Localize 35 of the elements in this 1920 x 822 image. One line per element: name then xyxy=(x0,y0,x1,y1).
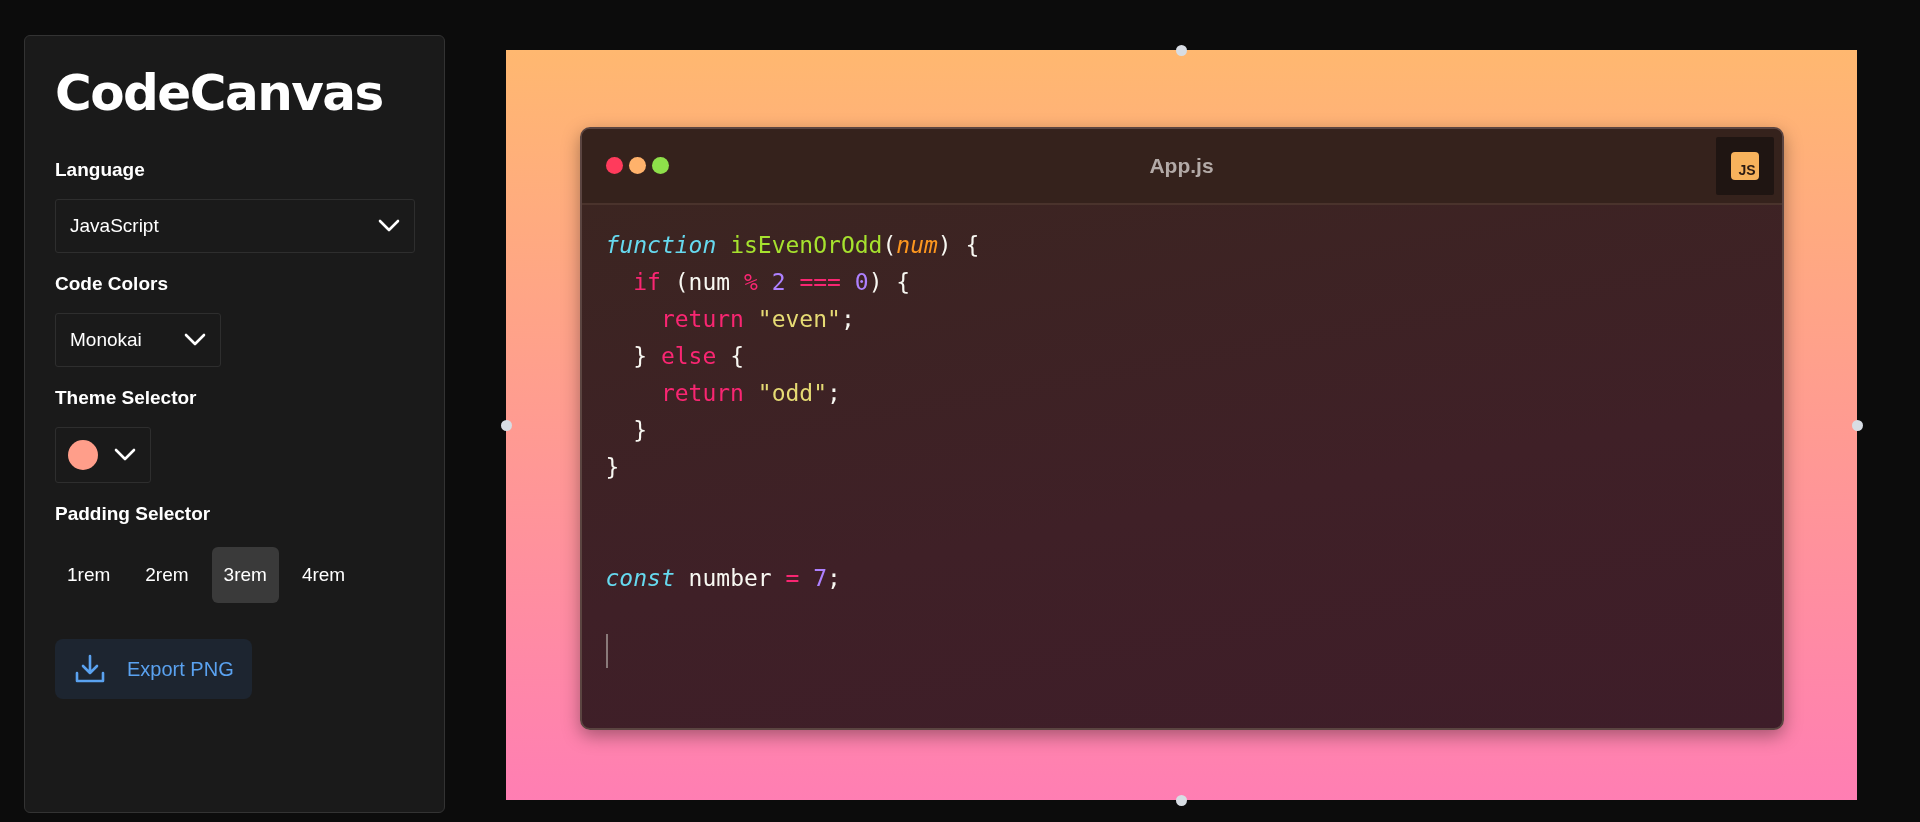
language-badge: JS xyxy=(1715,136,1774,195)
padding-option[interactable]: 1rem xyxy=(55,547,123,603)
chevron-down-icon xyxy=(114,448,136,462)
code-line: return "odd"; xyxy=(659,378,841,408)
code-line: function isEvenOrOdd(num) { xyxy=(605,230,980,260)
minimize-dot-icon xyxy=(628,157,646,174)
code-line: } xyxy=(605,452,620,482)
chevron-down-icon xyxy=(183,333,206,347)
chevron-down-icon xyxy=(378,219,400,233)
field-label: Theme Selector xyxy=(55,387,197,409)
code-colors-dropdown[interactable]: Monokai xyxy=(55,313,221,367)
language-dropdown[interactable]: JavaScript xyxy=(55,199,415,253)
export-button[interactable]: Export PNG xyxy=(55,639,252,699)
padding-option[interactable]: 4rem xyxy=(289,547,358,603)
field-label: Language xyxy=(55,159,145,181)
code-line: const number = 7; xyxy=(605,563,841,593)
theme-dropdown[interactable] xyxy=(55,427,151,483)
field-label: Padding Selector xyxy=(55,503,211,525)
resize-handle[interactable] xyxy=(1852,420,1863,431)
code-line: return "even"; xyxy=(659,304,855,334)
padding-option[interactable]: 3rem xyxy=(211,547,279,603)
code-editor[interactable]: function isEvenOrOdd(num) { if (num % 2 === 0) { return "even"; } else { return "odd"; } } const number = 7; xyxy=(581,204,1782,690)
file-name: App.js xyxy=(1149,153,1214,177)
resize-handle[interactable] xyxy=(1176,45,1187,56)
download-icon xyxy=(75,654,105,684)
code-line: if (num % 2 === 0) { xyxy=(632,267,911,297)
resize-handle[interactable] xyxy=(1176,795,1187,806)
code-line: } else { xyxy=(632,341,744,371)
maximize-dot-icon xyxy=(651,157,669,174)
close-dot-icon xyxy=(605,157,623,174)
resize-handle[interactable] xyxy=(501,420,512,431)
app-title: CodeCanvas xyxy=(55,66,383,121)
padding-option[interactable]: 2rem xyxy=(133,547,201,603)
field-label: Code Colors xyxy=(55,273,168,295)
code-line: } xyxy=(632,415,648,445)
